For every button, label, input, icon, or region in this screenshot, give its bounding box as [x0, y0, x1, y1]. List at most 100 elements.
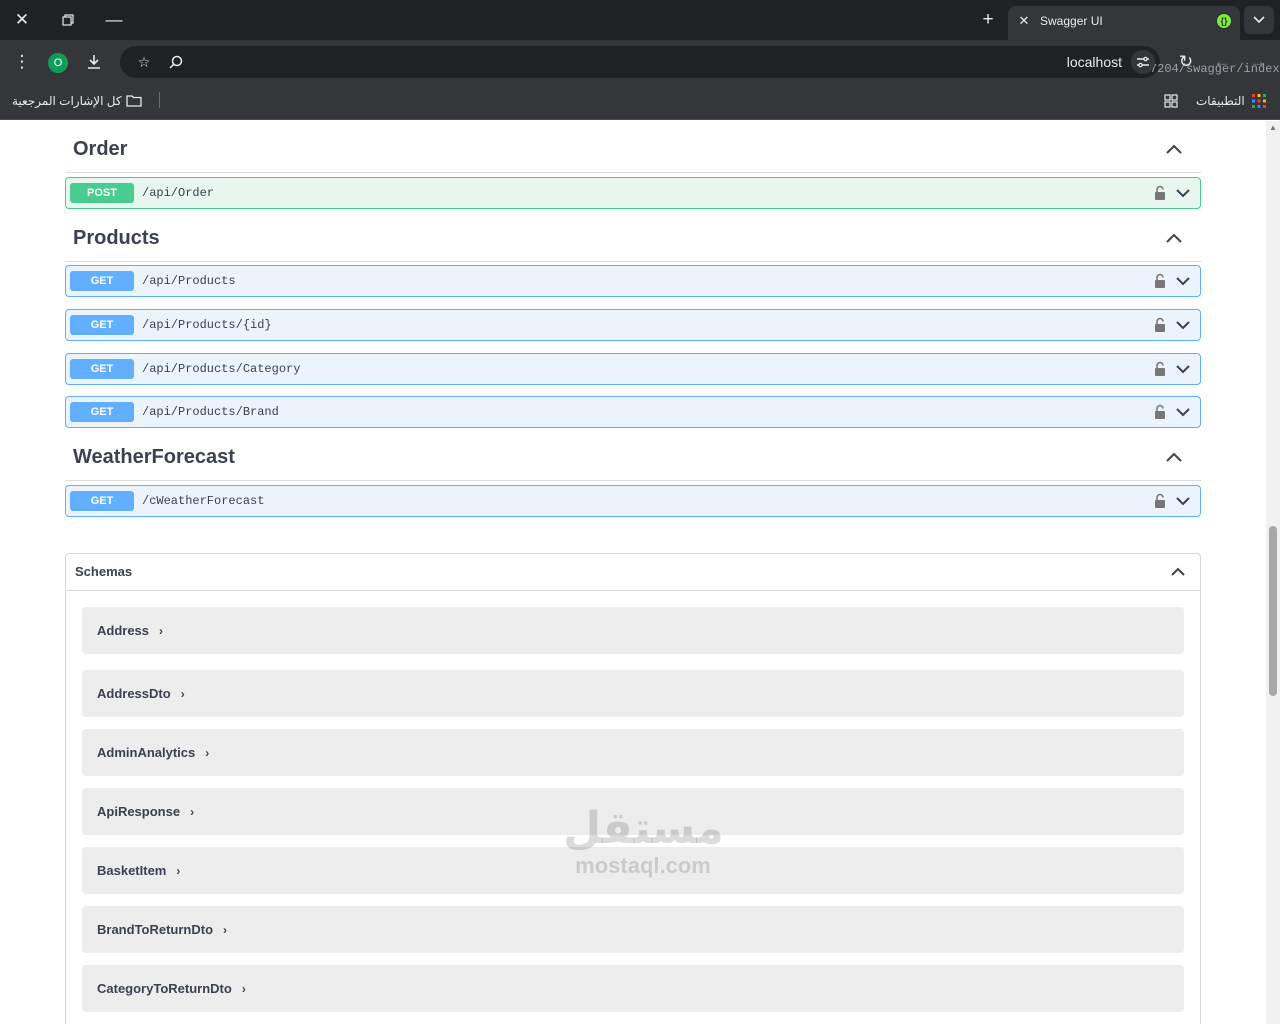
- downloads-icon[interactable]: [82, 50, 106, 74]
- chevron-down-icon[interactable]: [1175, 494, 1191, 508]
- chevron-right-icon[interactable]: ›: [159, 624, 163, 638]
- operation-get-product-by-id[interactable]: GET /api/Products/{id}: [65, 309, 1201, 341]
- tag-header-weatherforecast[interactable]: WeatherForecast: [65, 435, 1201, 481]
- watermark-arabic: مستقل: [563, 803, 724, 854]
- url-text[interactable]: localhost:7204/swagger/index.html: [1066, 54, 1280, 76]
- lock-icon[interactable]: [1154, 185, 1166, 201]
- site-settings-icon[interactable]: [1131, 50, 1155, 74]
- schema-model[interactable]: CategoryToReturnDto ›: [82, 965, 1184, 1012]
- tag-title: Order: [73, 138, 128, 160]
- chevron-right-icon[interactable]: ›: [223, 923, 227, 937]
- operation-post-order[interactable]: POST /api/Order: [65, 177, 1201, 209]
- chevron-right-icon[interactable]: ›: [190, 805, 194, 819]
- tab-title: Swagger UI: [1040, 14, 1103, 28]
- operation-path: /cWeatherForecast: [142, 494, 265, 508]
- schemas-header[interactable]: Schemas: [66, 554, 1200, 591]
- chevron-right-icon[interactable]: ›: [205, 746, 209, 760]
- operation-path: /api/Order: [142, 186, 215, 200]
- method-badge: GET: [70, 402, 134, 422]
- close-window-icon[interactable]: ✕: [7, 6, 37, 34]
- schemas-section: Schemas Address › AddressDto › AdminAnalyt…: [65, 553, 1201, 1024]
- tab-close-icon[interactable]: ✕: [1016, 13, 1032, 29]
- chevron-down-icon[interactable]: [1175, 274, 1191, 288]
- tab-groups-grid-icon[interactable]: [1164, 92, 1178, 113]
- model-name: ApiResponse: [97, 804, 181, 819]
- chevron-up-icon[interactable]: [1170, 564, 1186, 580]
- tag-title: Products: [73, 227, 160, 249]
- chevron-down-icon[interactable]: [1175, 362, 1191, 376]
- chevron-right-icon[interactable]: ›: [242, 982, 246, 996]
- apps-grid-icon: [1252, 92, 1266, 113]
- operation-get-products[interactable]: GET /api/Products: [65, 265, 1201, 297]
- lock-icon[interactable]: [1154, 404, 1166, 420]
- mostaql-watermark: مستقل mostaql.com: [563, 803, 724, 878]
- lock-icon[interactable]: [1154, 493, 1166, 509]
- tag-section-products: Products GET /api/Products GET /api/Prod…: [65, 216, 1201, 428]
- model-name: AddressDto: [97, 686, 171, 701]
- operation-get-products-brand[interactable]: GET /api/Products/Brand: [65, 396, 1201, 428]
- operation-get-weatherforecast[interactable]: GET /cWeatherForecast: [65, 485, 1201, 517]
- scrollbar-thumb[interactable]: [1269, 526, 1277, 696]
- method-badge: POST: [70, 183, 134, 203]
- bookmark-star-icon[interactable]: ☆: [132, 50, 156, 74]
- tag-header-order[interactable]: Order: [65, 127, 1201, 173]
- address-bar[interactable]: ☆ localhost:7204/swagger/index.html: [120, 46, 1280, 78]
- lock-icon[interactable]: [1154, 361, 1166, 377]
- forward-arrow-icon[interactable]: →: [1246, 50, 1270, 74]
- schemas-title: Schemas: [75, 564, 133, 579]
- new-tab-plus-icon[interactable]: +: [976, 9, 1000, 33]
- model-name: BrandToReturnDto: [97, 922, 214, 937]
- chevron-down-icon[interactable]: [1175, 186, 1191, 200]
- lock-icon[interactable]: [1154, 317, 1166, 333]
- operation-get-products-category[interactable]: GET /api/Products/Category: [65, 353, 1201, 385]
- lock-icon[interactable]: [1154, 273, 1166, 289]
- schema-model[interactable]: AddressDto ›: [82, 670, 1184, 717]
- chevron-down-icon[interactable]: [1175, 405, 1191, 419]
- tag-title: WeatherForecast: [73, 446, 235, 468]
- chevron-down-icon[interactable]: [1175, 318, 1191, 332]
- operation-path: /api/Products/{id}: [142, 318, 272, 332]
- tag-header-products[interactable]: Products: [65, 216, 1201, 262]
- tag-section-order: Order POST /api/Order: [65, 127, 1201, 209]
- tab-search-chevron-icon[interactable]: [1244, 6, 1274, 34]
- model-name: BasketItem: [97, 863, 167, 878]
- page-scrollbar[interactable]: ▲: [1266, 121, 1280, 1024]
- minimize-window-icon[interactable]: —: [99, 6, 129, 34]
- chevron-up-icon[interactable]: [1165, 230, 1183, 248]
- watermark-latin: mostaql.com: [575, 853, 711, 878]
- tag-section-weatherforecast: WeatherForecast GET /cWeatherForecast: [65, 435, 1201, 517]
- schema-model[interactable]: BrandToReturnDto ›: [82, 906, 1184, 953]
- schema-model[interactable]: AdminAnalytics ›: [82, 729, 1184, 776]
- apps-shortcut[interactable]: التطبيقات: [1196, 92, 1245, 110]
- scroll-up-arrow-icon[interactable]: ▲: [1268, 123, 1278, 133]
- reload-icon[interactable]: ↻: [1174, 50, 1198, 74]
- operation-path: /api/Products: [142, 274, 236, 288]
- schema-model[interactable]: Address ›: [82, 607, 1184, 654]
- model-name: CategoryToReturnDto: [97, 981, 232, 996]
- operation-path: /api/Products/Brand: [142, 405, 279, 419]
- method-badge: GET: [70, 359, 134, 379]
- all-bookmarks-folder[interactable]: كل الإشارات المرجعية: [12, 92, 122, 110]
- browser-tab-swagger[interactable]: ✕ Swagger UI {}: [1008, 6, 1240, 40]
- model-name: AdminAnalytics: [97, 745, 196, 760]
- apps-label: التطبيقات: [1196, 94, 1245, 108]
- back-arrow-icon[interactable]: ←: [1210, 50, 1234, 74]
- chevron-up-icon[interactable]: [1165, 141, 1183, 159]
- method-badge: GET: [70, 315, 134, 335]
- chevron-right-icon[interactable]: ›: [181, 687, 185, 701]
- swagger-favicon-icon: {}: [1216, 13, 1232, 29]
- swagger-page: Order POST /api/Order Products GET /api/…: [0, 121, 1266, 1024]
- folder-icon: [126, 92, 142, 113]
- bookmarks-bar: كل الإشارات المرجعية التطبيقات: [0, 84, 1280, 120]
- menu-kebab-icon[interactable]: ⋮: [10, 50, 34, 74]
- chevron-up-icon[interactable]: [1165, 449, 1183, 467]
- browser-toolbar: ⋮ ☆ localhost:7204/swagger/index.html ↻ …: [0, 40, 1280, 84]
- browser-titlebar: ✕ — + ✕ Swagger UI {}: [0, 0, 1280, 40]
- method-badge: GET: [70, 271, 134, 291]
- operation-path: /api/Products/Category: [142, 362, 301, 376]
- url-host: localhost: [1066, 54, 1122, 70]
- zoom-search-icon[interactable]: [164, 50, 188, 74]
- chevron-right-icon[interactable]: ›: [176, 864, 180, 878]
- restore-window-icon[interactable]: [53, 6, 83, 34]
- profile-avatar[interactable]: O: [48, 53, 68, 73]
